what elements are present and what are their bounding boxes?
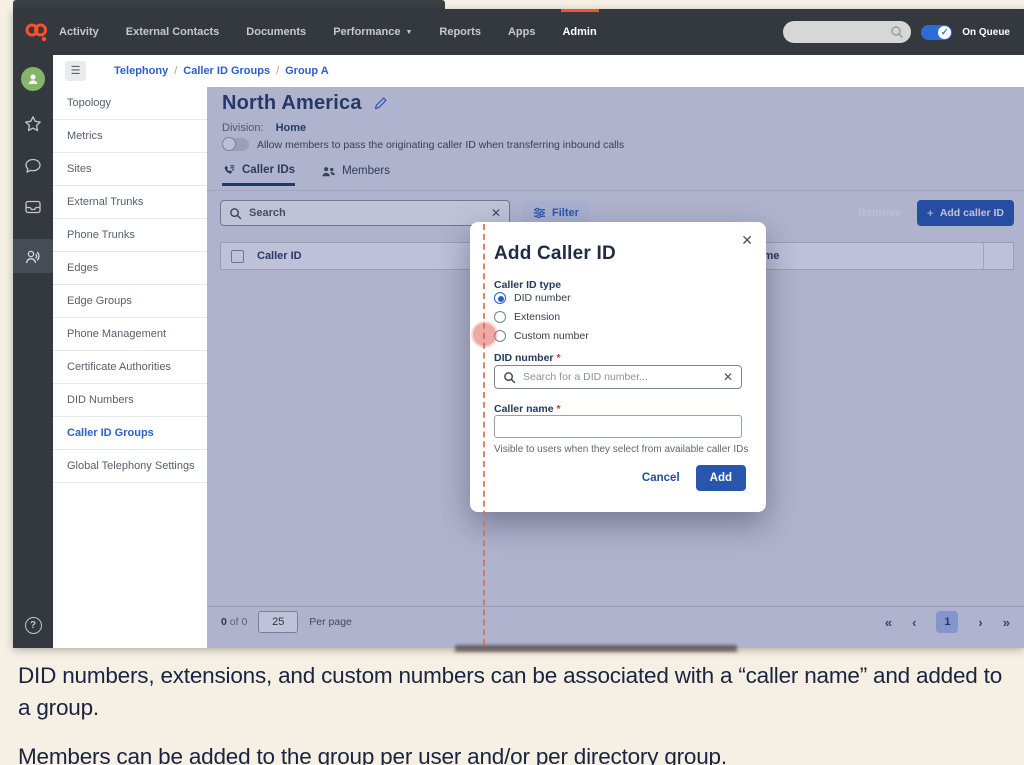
caption-line-2: Members can be added to the group per us… (18, 741, 1008, 765)
breadcrumb-separator: / (270, 65, 285, 77)
sidebar-item-edge-groups[interactable]: Edge Groups (53, 285, 207, 318)
app-screenshot: Activity External Contacts Documents Per… (13, 9, 1024, 648)
radio-did-number[interactable]: DID number (494, 292, 589, 304)
radio-custom-number[interactable]: Custom number (494, 330, 589, 342)
modal-title: Add Caller ID (494, 243, 616, 265)
star-icon (24, 115, 42, 133)
chat-button[interactable] (24, 157, 42, 175)
genesys-logo-icon (13, 19, 59, 45)
nav-documents[interactable]: Documents (246, 9, 306, 55)
icon-rail: ? (13, 55, 53, 648)
nav-external-contacts[interactable]: External Contacts (126, 9, 220, 55)
caption-line-1: DID numbers, extensions, and custom numb… (18, 660, 1008, 724)
sidebar-item-phone-trunks[interactable]: Phone Trunks (53, 219, 207, 252)
modal-actions: Cancel Add (642, 465, 746, 491)
breadcrumb-caller-id-groups[interactable]: Caller ID Groups (183, 65, 270, 77)
radio-extension[interactable]: Extension (494, 311, 589, 323)
inbox-icon (24, 199, 42, 215)
radio-icon (494, 330, 506, 342)
slide-caption: DID numbers, extensions, and custom numb… (18, 660, 1008, 765)
caret-down-icon: ▼ (405, 29, 412, 36)
required-asterisk: * (557, 403, 561, 415)
sidebar-item-did-numbers[interactable]: DID Numbers (53, 384, 207, 417)
sidebar-item-sites[interactable]: Sites (53, 153, 207, 186)
sidebar-item-edges[interactable]: Edges (53, 252, 207, 285)
sidebar-item-external-trunks[interactable]: External Trunks (53, 186, 207, 219)
top-nav-right: ✓ On Queue (783, 21, 1024, 43)
sidebar-item-metrics[interactable]: Metrics (53, 120, 207, 153)
sidebar-item-global-telephony-settings[interactable]: Global Telephony Settings (53, 450, 207, 483)
cancel-button[interactable]: Cancel (642, 472, 680, 484)
radio-selected-icon (494, 292, 506, 304)
did-number-search: ✕ (494, 365, 742, 389)
search-icon (503, 371, 516, 384)
sidebar-item-topology[interactable]: Topology (53, 87, 207, 120)
top-nav-items: Activity External Contacts Documents Per… (59, 9, 624, 55)
on-queue-toggle[interactable]: ✓ (921, 25, 952, 40)
required-asterisk: * (557, 352, 561, 364)
caller-name-helper-text: Visible to users when they select from a… (494, 444, 748, 455)
inbox-button[interactable] (24, 199, 42, 215)
nav-performance[interactable]: Performance▼ (333, 9, 412, 55)
favorites-button[interactable] (24, 115, 42, 133)
agent-icon (24, 248, 43, 265)
breadcrumb-telephony[interactable]: Telephony (114, 65, 168, 77)
nav-reports[interactable]: Reports (439, 9, 481, 55)
radio-icon (494, 311, 506, 323)
close-icon[interactable]: ✕ (741, 232, 753, 249)
nav-admin[interactable]: Admin (562, 9, 596, 55)
did-number-label: DID number* (494, 352, 561, 364)
did-number-input[interactable] (523, 371, 716, 383)
telephony-sidebar: Topology Metrics Sites External Trunks P… (53, 87, 207, 648)
chat-bubble-icon (24, 157, 42, 175)
agent-interactions-button[interactable] (13, 239, 53, 273)
add-button[interactable]: Add (696, 465, 746, 491)
caller-id-type-options: DID number Extension Custom number (494, 292, 589, 342)
help-button[interactable]: ? (25, 617, 42, 634)
sidebar-item-caller-id-groups[interactable]: Caller ID Groups (53, 417, 207, 450)
user-avatar[interactable] (21, 67, 45, 91)
global-search-input[interactable] (783, 21, 911, 43)
sidebar-item-certificate-authorities[interactable]: Certificate Authorities (53, 351, 207, 384)
active-tab-marker (561, 9, 599, 12)
add-caller-id-modal: ✕ Add Caller ID Caller ID type DID numbe… (470, 222, 766, 512)
breadcrumb: Telephony/Caller ID Groups/Group A (114, 65, 329, 77)
clear-did-icon[interactable]: ✕ (723, 371, 733, 383)
caller-name-label: Caller name* (494, 403, 561, 415)
on-queue-label: On Queue (962, 27, 1010, 38)
breadcrumb-group-a[interactable]: Group A (285, 65, 329, 77)
caller-id-type-label: Caller ID type (494, 279, 561, 291)
breadcrumb-bar: ☰ Telephony/Caller ID Groups/Group A (53, 55, 1024, 87)
caller-name-input[interactable] (494, 415, 742, 438)
nav-apps[interactable]: Apps (508, 9, 536, 55)
nav-activity[interactable]: Activity (59, 9, 99, 55)
menu-toggle-button[interactable]: ☰ (65, 61, 86, 81)
check-icon: ✓ (938, 26, 951, 39)
breadcrumb-separator: / (168, 65, 183, 77)
person-icon (26, 72, 40, 86)
background-window-edge (13, 0, 445, 9)
sidebar-item-phone-management[interactable]: Phone Management (53, 318, 207, 351)
search-icon (890, 25, 904, 39)
top-nav: Activity External Contacts Documents Per… (13, 9, 1024, 55)
